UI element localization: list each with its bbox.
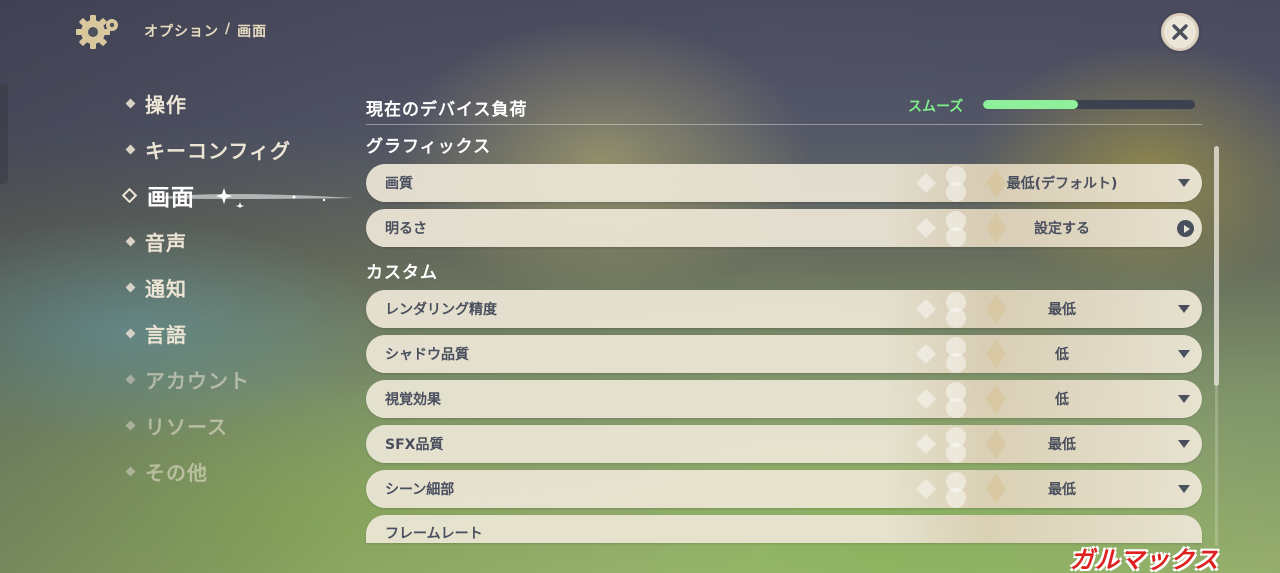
chevron-down-icon	[1178, 305, 1190, 313]
device-load-fill	[983, 100, 1079, 109]
scrollbar-thumb[interactable]	[1214, 146, 1219, 386]
device-load-row: 現在のデバイス負荷 スムーズ	[366, 90, 1204, 124]
sidebar-item-account[interactable]: アカウント	[124, 356, 344, 402]
sidebar-item-other[interactable]: その他	[124, 448, 344, 494]
breadcrumb-parent[interactable]: オプション	[144, 21, 219, 41]
close-icon	[1172, 24, 1188, 40]
setting-label: 明るさ	[385, 221, 427, 237]
breadcrumb-separator: /	[225, 21, 232, 37]
chevron-down-icon	[1178, 350, 1190, 358]
setting-row-frame-rate[interactable]: フレームレート	[366, 515, 1202, 543]
sidebar-item-label: リソース	[145, 414, 228, 439]
sidebar-item-label: 画面	[147, 185, 195, 211]
sidebar-item-resources[interactable]: リソース	[124, 402, 344, 448]
setting-label: 画質	[385, 176, 413, 192]
setting-label: 視覚効果	[385, 392, 441, 408]
device-load-bar	[983, 100, 1195, 109]
settings-panel: 現在のデバイス負荷 スムーズ グラフィックス 画質 最低(デフォルト) 明るさ …	[366, 90, 1204, 543]
setting-row-sfx-quality[interactable]: SFX品質 最低	[366, 425, 1202, 463]
setting-value: 低	[1055, 392, 1069, 408]
setting-row-scene-detail[interactable]: シーン細部 最低	[366, 470, 1202, 508]
gear-icon	[76, 13, 122, 51]
setting-row-quality[interactable]: 画質 最低(デフォルト)	[366, 164, 1202, 202]
setting-row-shadow-quality[interactable]: シャドウ品質 低	[366, 335, 1202, 373]
sidebar-item-label: キーコンフィグ	[145, 138, 291, 163]
section-title-graphics: グラフィックス	[366, 137, 492, 157]
sidebar-item-key-config[interactable]: キーコンフィグ	[124, 126, 344, 172]
diamond-bullet-icon	[125, 98, 136, 108]
diamond-outline-icon	[121, 187, 138, 203]
section-title-custom: カスタム	[366, 263, 438, 283]
setting-label: SFX品質	[385, 437, 444, 453]
scrollbar-track[interactable]	[1215, 386, 1218, 546]
sidebar-item-notifications[interactable]: 通知	[124, 264, 344, 310]
setting-row-visual-effects[interactable]: 視覚効果 低	[366, 380, 1202, 418]
diamond-bullet-icon	[125, 236, 136, 246]
diamond-bullet-icon	[125, 282, 136, 292]
sidebar-item-graphics[interactable]: 画面	[121, 172, 354, 218]
diamond-bullet-icon	[125, 466, 136, 476]
close-button[interactable]	[1161, 13, 1199, 51]
setting-value: 最低(デフォルト)	[1006, 176, 1118, 192]
sidebar-item-label: 音声	[145, 230, 187, 255]
setting-label: シャドウ品質	[385, 347, 469, 363]
sidebar-item-label: 言語	[145, 322, 187, 347]
setting-value: 設定する	[1034, 221, 1090, 237]
diamond-bullet-icon	[125, 144, 136, 154]
sidebar-item-language[interactable]: 言語	[124, 310, 344, 356]
sidebar-item-label: その他	[145, 460, 208, 485]
diamond-bullet-icon	[125, 420, 136, 430]
device-load-title: 現在のデバイス負荷	[366, 99, 528, 120]
watermark: ガルマックス	[1070, 546, 1220, 573]
device-load-status: スムーズ	[908, 99, 964, 115]
setting-label: レンダリング精度	[385, 302, 497, 318]
edge-handle	[0, 84, 8, 184]
setting-value: 最低	[1048, 437, 1076, 453]
breadcrumb: オプション / 画面	[144, 21, 267, 41]
sidebar-item-label: アカウント	[145, 368, 250, 393]
diamond-bullet-icon	[125, 374, 136, 384]
diamond-bullet-icon	[125, 328, 136, 338]
setting-value: 最低	[1048, 302, 1076, 318]
setting-row-brightness[interactable]: 明るさ 設定する	[366, 209, 1202, 247]
sidebar: 操作 キーコンフィグ 画面 音声 通知 言語 アカウント リソース その他	[121, 80, 354, 494]
sidebar-item-label: 通知	[145, 276, 187, 301]
setting-value: 最低	[1048, 482, 1076, 498]
breadcrumb-current: 画面	[237, 24, 268, 40]
chevron-down-icon	[1178, 395, 1190, 403]
chevron-down-icon	[1178, 440, 1190, 448]
chevron-down-icon	[1178, 485, 1190, 493]
sidebar-item-controls[interactable]: 操作	[124, 80, 344, 126]
setting-label: フレームレート	[385, 526, 483, 542]
arrow-right-circle-icon	[1177, 220, 1194, 237]
chevron-down-icon	[1178, 179, 1190, 187]
setting-label: シーン細部	[385, 482, 455, 498]
sidebar-item-audio[interactable]: 音声	[124, 218, 344, 264]
setting-value: 低	[1055, 347, 1069, 363]
sidebar-item-label: 操作	[145, 92, 187, 117]
setting-row-render-resolution[interactable]: レンダリング精度 最低	[366, 290, 1202, 328]
